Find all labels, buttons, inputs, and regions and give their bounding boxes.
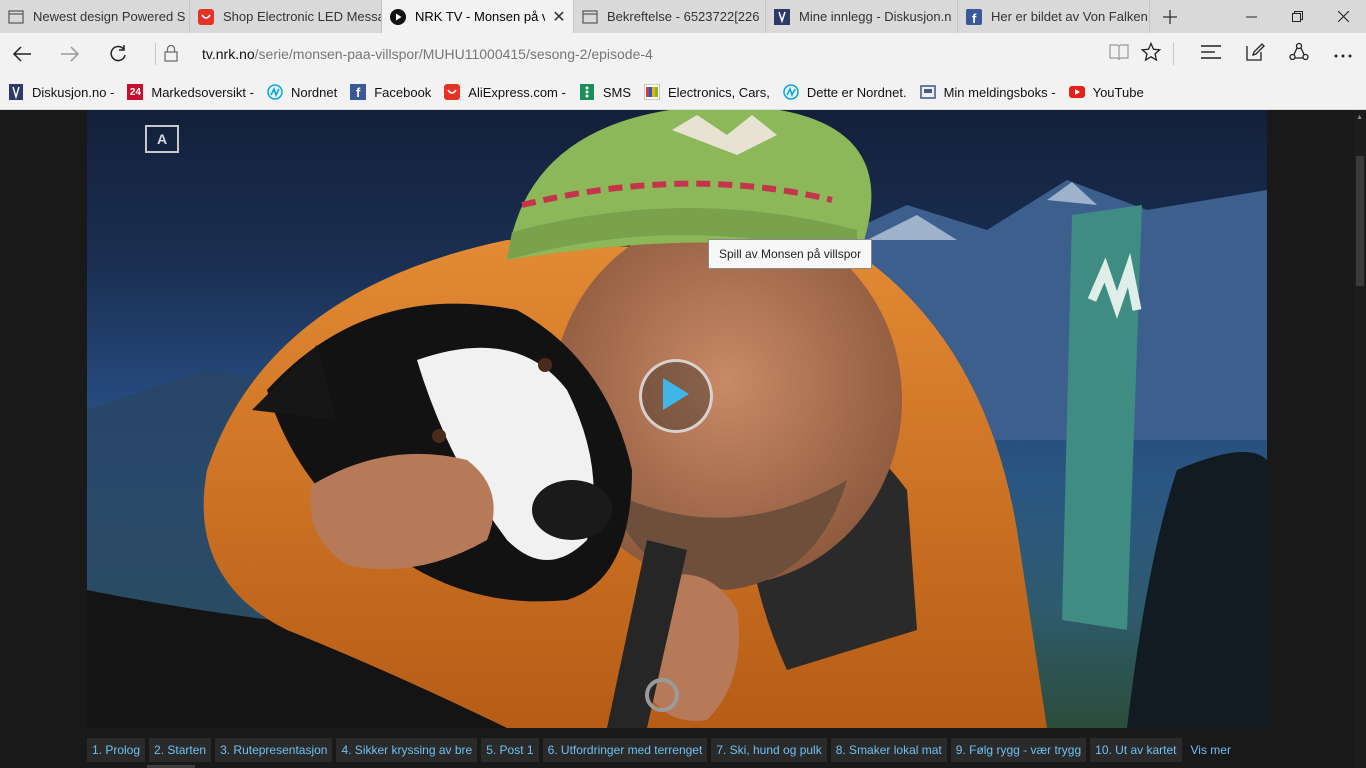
address-bar: tv.nrk.no/serie/monsen-paa-villspor/MUHU… [0, 33, 1366, 75]
refresh-button[interactable] [98, 38, 138, 70]
show-more-link[interactable]: Vis mer [1186, 738, 1236, 762]
web-note-button[interactable] [1235, 38, 1275, 70]
tab-title: Newest design Powered S [33, 9, 186, 24]
24-icon: 24 [127, 84, 144, 100]
favorite-label: Min meldingsboks - [943, 84, 1056, 100]
favorite-label: Electronics, Cars, [668, 84, 770, 100]
favorite-item[interactable]: f Facebook [350, 84, 431, 100]
tab-2-active[interactable]: NRK TV - Monsen på v ✕ [382, 0, 574, 33]
aliexpress-icon [444, 84, 461, 100]
back-button[interactable] [2, 38, 42, 70]
page-icon [8, 9, 24, 25]
play-icon [661, 376, 691, 417]
url-field[interactable]: tv.nrk.no/serie/monsen-paa-villspor/MUHU… [202, 46, 653, 62]
share-button[interactable] [1279, 38, 1319, 70]
video-player[interactable]: A Spill av Monsen på villspor [87, 110, 1267, 728]
favorite-star-button[interactable] [1131, 38, 1171, 70]
favorite-label: YouTube [1092, 84, 1144, 100]
sms-icon [579, 84, 595, 100]
chapter-link[interactable]: 7. Ski, hund og pulk [711, 738, 827, 762]
url-host: tv.nrk.no [202, 46, 255, 62]
ellipsis-icon [1334, 45, 1352, 63]
favorite-item[interactable]: Electronics, Cars, [644, 84, 770, 100]
svg-text:f: f [972, 11, 977, 25]
favorite-item[interactable]: Diskusjon.no - [8, 84, 114, 100]
facebook-icon: f [966, 8, 982, 25]
favorite-item[interactable]: Nordnet [267, 84, 337, 100]
tab-strip: Newest design Powered S Shop Electronic … [0, 0, 1366, 33]
restore-button[interactable] [1274, 0, 1320, 33]
scroll-up-arrow-icon[interactable]: ▲ [1356, 114, 1363, 121]
tab-title: NRK TV - Monsen på v [415, 9, 545, 24]
chapter-link[interactable]: 2. Starten [149, 738, 212, 762]
favorite-item[interactable]: YouTube [1068, 84, 1144, 100]
chapter-link[interactable]: 3. Rutepresentasjon [215, 738, 333, 762]
star-icon [1140, 41, 1162, 67]
favorite-item[interactable]: SMS [579, 84, 631, 100]
favorite-item[interactable]: Min meldingsboks - [919, 84, 1056, 100]
page-icon [582, 9, 598, 25]
play-tooltip: Spill av Monsen på villspor [708, 239, 873, 269]
favorite-label: Markedsoversikt - [151, 84, 254, 100]
pen-note-icon [1245, 42, 1265, 67]
chapter-link[interactable]: 6. Utfordringer med terrenget [542, 738, 708, 762]
new-tab-button[interactable] [1150, 0, 1190, 33]
chapter-link[interactable]: 5. Post 1 [481, 738, 539, 762]
favorite-item[interactable]: Dette er Nordnet. [783, 84, 907, 100]
tab-1[interactable]: Shop Electronic LED Messa [190, 0, 382, 33]
tab-3[interactable]: Bekreftelse - 6523722[226 [574, 0, 766, 33]
favorite-label: AliExpress.com - [468, 84, 566, 100]
scrollbar-thumb[interactable] [1356, 156, 1364, 286]
hub-button[interactable] [1191, 38, 1231, 70]
close-tab-icon[interactable]: ✕ [545, 7, 573, 27]
forward-button[interactable] [50, 38, 90, 70]
lock-icon[interactable] [164, 44, 178, 67]
share-icon [1289, 42, 1309, 67]
aliexpress-icon [198, 8, 214, 25]
tab-title: Shop Electronic LED Messa [223, 9, 381, 24]
diskusjon-icon [8, 84, 24, 100]
tab-0[interactable]: Newest design Powered S [0, 0, 190, 33]
chapter-link[interactable]: 9. Følg rygg - vær trygg [950, 738, 1087, 762]
youtube-icon [1068, 84, 1085, 100]
close-window-button[interactable] [1320, 0, 1366, 33]
favorite-item[interactable]: AliExpress.com - [444, 84, 566, 100]
diskusjon-icon [774, 8, 790, 25]
tab-title: Mine innlegg - Diskusjon.n [799, 9, 952, 24]
favorite-label: Facebook [374, 84, 432, 100]
separator [155, 43, 156, 65]
tab-5[interactable]: f Her er bildet av Von Falken [958, 0, 1150, 33]
scrollbar[interactable]: ▲ [1354, 110, 1366, 768]
tab-title: Bekreftelse - 6523722[226 [607, 9, 760, 24]
minimize-button[interactable] [1228, 0, 1274, 33]
age-rating-badge: A [145, 125, 179, 153]
separator [1173, 43, 1174, 65]
page-content: A Spill av Monsen på villspor 1. Prolog … [0, 110, 1366, 768]
favorites-bar: Diskusjon.no - 24 Markedsoversikt - Nord… [0, 75, 1366, 110]
chapter-link[interactable]: 1. Prolog [87, 738, 146, 762]
chapter-link[interactable]: 10. Ut av kartet [1090, 738, 1182, 762]
hub-icon [1201, 44, 1221, 65]
chapter-list: 1. Prolog 2. Starten 3. Rutepresentasjon… [87, 738, 1240, 762]
play-button[interactable] [639, 359, 713, 433]
nordnet-icon [267, 84, 283, 100]
favorite-label: Nordnet [290, 84, 338, 100]
tab-4[interactable]: Mine innlegg - Diskusjon.n [766, 0, 958, 33]
book-icon [1109, 43, 1129, 66]
favorite-item[interactable]: 24 Markedsoversikt - [127, 84, 254, 100]
nordnet-icon [783, 84, 799, 100]
play-circle-icon [390, 8, 406, 25]
chapter-link[interactable]: 8. Smaker lokal mat [830, 738, 947, 762]
ebay-icon [644, 84, 660, 100]
inbox-icon [919, 84, 936, 100]
more-button[interactable] [1323, 38, 1363, 70]
favorite-label: Diskusjon.no - [32, 84, 115, 100]
favorite-label: Dette er Nordnet. [806, 84, 907, 100]
chapter-link[interactable]: 4. Sikker kryssing av bre [336, 738, 478, 762]
url-path: /serie/monsen-paa-villspor/MUHU11000415/… [254, 46, 653, 62]
tab-title: Her er bildet av Von Falken [991, 9, 1148, 24]
favorite-label: SMS [602, 84, 631, 100]
facebook-icon: f [350, 84, 367, 100]
